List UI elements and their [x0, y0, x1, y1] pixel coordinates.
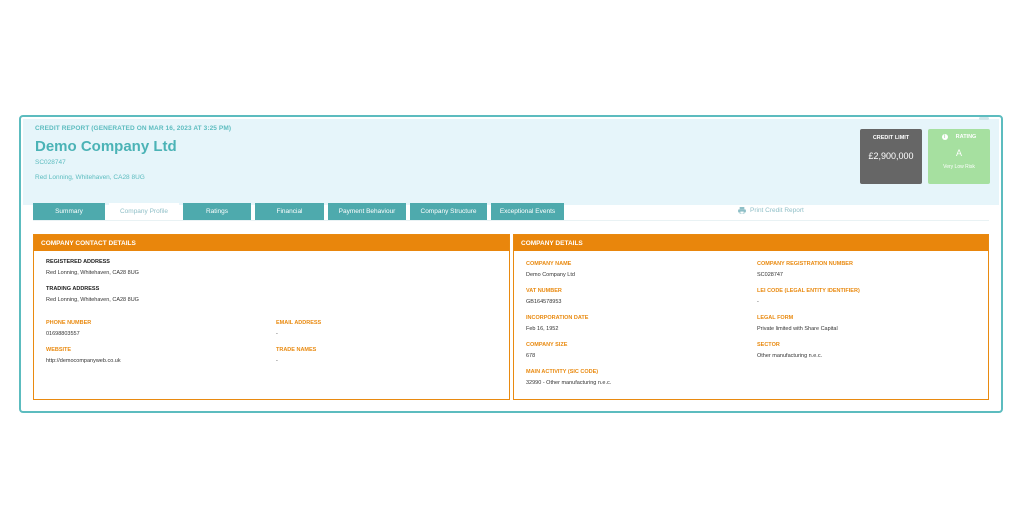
field-label: EMAIL ADDRESS — [276, 320, 322, 326]
info-icon[interactable]: i — [941, 134, 948, 140]
field-label: WEBSITE — [46, 347, 72, 353]
company-details-panel: COMPANY DETAILS COMPANY NAME Demo Compan… — [513, 234, 989, 400]
lei-code-field: LEI CODE (LEGAL ENTITY IDENTIFIER) - — [757, 288, 860, 305]
company-name-field: COMPANY NAME Demo Company Ltd — [526, 261, 575, 278]
credit-limit-label: CREDIT LIMIT — [872, 135, 910, 141]
field-value: Red Lonning, Whitehaven, CA28 8UG — [46, 270, 139, 276]
phone-field: PHONE NUMBER 01698803557 — [46, 320, 91, 337]
field-value: - — [276, 358, 278, 364]
rating-description: Very Low Risk — [943, 164, 975, 170]
tab-financial[interactable]: Financial — [255, 203, 324, 220]
tab-summary[interactable]: Summary — [33, 203, 105, 220]
report-title: CREDIT REPORT (GENERATED ON MAR 16, 2023… — [35, 125, 232, 132]
company-name: Demo Company Ltd — [35, 138, 177, 155]
legal-form-field: LEGAL FORM Private limited with Share Ca… — [757, 315, 838, 332]
field-value[interactable]: http://democompanyweb.co.uk — [46, 358, 121, 364]
field-label: VAT NUMBER — [526, 288, 562, 294]
sector-field: SECTOR Other manufacturing n.e.c. — [757, 342, 822, 359]
tab-bar: Summary Company Profile Ratings Financia… — [33, 203, 564, 220]
field-value: SC028747 — [757, 272, 783, 278]
field-value: Private limited with Share Capital — [757, 326, 838, 332]
rating-label: RATING — [955, 134, 977, 140]
field-value: - — [276, 331, 278, 337]
field-label: COMPANY SIZE — [526, 342, 568, 348]
rating-box: i RATING A Very Low Risk — [928, 129, 990, 184]
trade-names-field: TRADE NAMES - — [276, 347, 316, 364]
tab-payment-behaviour[interactable]: Payment Behaviour — [328, 203, 406, 220]
field-label: LEI CODE (LEGAL ENTITY IDENTIFIER) — [757, 288, 860, 294]
printer-icon — [738, 207, 746, 214]
print-credit-report-link[interactable]: Print Credit Report — [738, 207, 804, 214]
company-contact-panel: COMPANY CONTACT DETAILS REGISTERED ADDRE… — [33, 234, 510, 400]
field-value: 01698803557 — [46, 331, 80, 337]
credit-limit-value: £2,900,000 — [868, 151, 914, 161]
vat-number-field: VAT NUMBER GB164578953 — [526, 288, 562, 305]
credit-report-card: CREDIT REPORT (GENERATED ON MAR 16, 2023… — [19, 115, 1003, 413]
field-value: Demo Company Ltd — [526, 272, 575, 278]
field-label: PHONE NUMBER — [46, 320, 92, 326]
collapse-handle[interactable] — [979, 117, 989, 120]
field-value: 678 — [526, 353, 536, 359]
print-label: Print Credit Report — [750, 207, 804, 214]
field-label: REGISTERED ADDRESS — [46, 259, 110, 265]
field-label: SECTOR — [757, 342, 780, 348]
field-label: TRADE NAMES — [276, 347, 317, 353]
field-label: INCORPORATION DATE — [526, 315, 589, 321]
rating-value: A — [955, 148, 962, 158]
tab-divider — [33, 220, 989, 221]
tab-company-structure[interactable]: Company Structure — [410, 203, 487, 220]
trading-address-field: TRADING ADDRESS Red Lonning, Whitehaven,… — [46, 286, 139, 303]
company-size-field: COMPANY SIZE 678 — [526, 342, 567, 359]
field-label: TRADING ADDRESS — [46, 286, 100, 292]
field-value: GB164578953 — [526, 299, 562, 305]
panel-title: COMPANY CONTACT DETAILS — [34, 235, 509, 251]
tab-company-profile[interactable]: Company Profile — [109, 203, 179, 220]
tab-exceptional-events[interactable]: Exceptional Events — [491, 203, 564, 220]
panel-title: COMPANY DETAILS — [514, 235, 988, 251]
field-label: LEGAL FORM — [757, 315, 794, 321]
credit-limit-box: CREDIT LIMIT £2,900,000 — [860, 129, 922, 184]
field-value: Other manufacturing n.e.c. — [757, 353, 823, 359]
field-value: 32990 - Other manufacturing n.e.c. — [526, 380, 612, 386]
incorporation-date-field: INCORPORATION DATE Feb 16, 1952 — [526, 315, 588, 332]
registration-number-field: COMPANY REGISTRATION NUMBER SC028747 — [757, 261, 853, 278]
website-field: WEBSITE http://democompanyweb.co.uk — [46, 347, 121, 364]
field-label: COMPANY NAME — [526, 261, 572, 267]
company-number: SC028747 — [35, 159, 66, 166]
registered-address-field: REGISTERED ADDRESS Red Lonning, Whitehav… — [46, 259, 139, 276]
field-value: Red Lonning, Whitehaven, CA28 8UG — [46, 297, 139, 303]
field-value: Feb 16, 1952 — [526, 326, 559, 332]
sic-code-field: MAIN ACTIVITY (SIC CODE) 32990 - Other m… — [526, 369, 611, 386]
tab-ratings[interactable]: Ratings — [183, 203, 251, 220]
report-header: CREDIT REPORT (GENERATED ON MAR 16, 2023… — [23, 117, 999, 205]
field-label: MAIN ACTIVITY (SIC CODE) — [526, 369, 599, 375]
email-field: EMAIL ADDRESS - — [276, 320, 321, 337]
field-label: COMPANY REGISTRATION NUMBER — [757, 261, 853, 267]
company-address: Red Lonning, Whitehaven, CA28 8UG — [35, 174, 145, 181]
field-value: - — [757, 299, 759, 305]
